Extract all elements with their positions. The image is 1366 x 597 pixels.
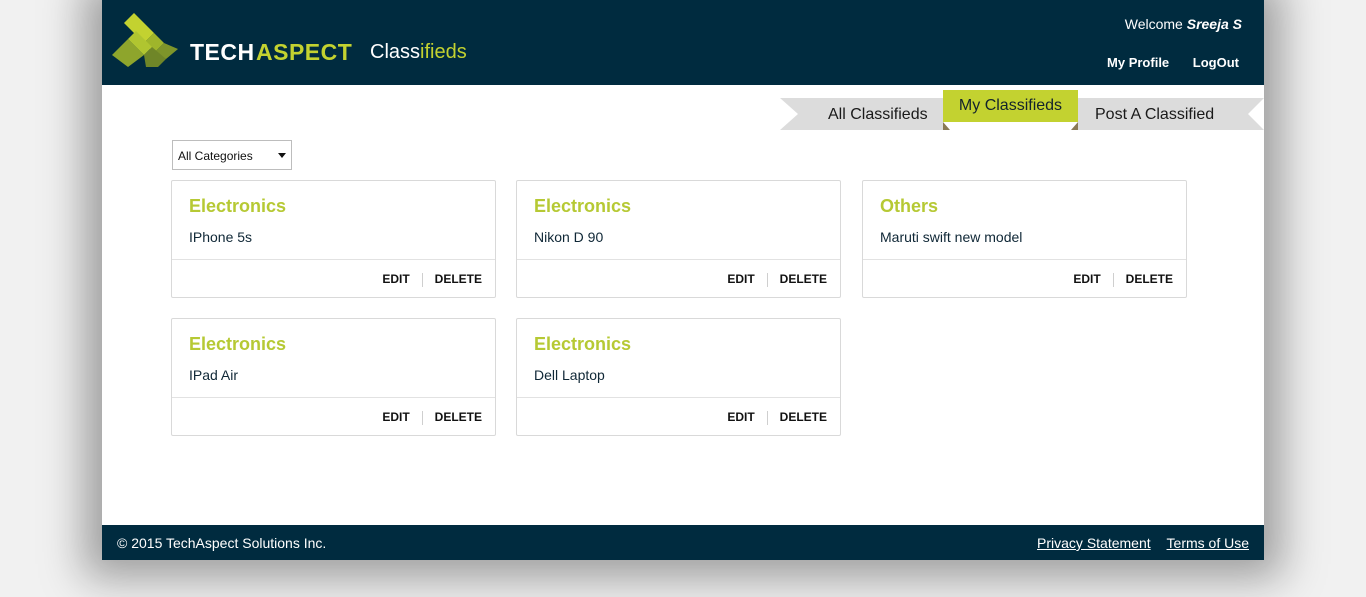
user-name: Sreeja S xyxy=(1186,16,1242,32)
action-separator xyxy=(1112,272,1114,287)
brand-product-name: Classifieds xyxy=(370,41,467,64)
copyright-text: © 2015 TechAspect Solutions Inc. xyxy=(117,535,327,551)
card-divider xyxy=(863,259,1186,260)
tab-all-classifieds[interactable]: All Classifieds xyxy=(828,106,928,124)
card-actions: EDIT DELETE xyxy=(727,272,827,287)
card-divider xyxy=(172,259,495,260)
card-actions: EDIT DELETE xyxy=(727,410,827,425)
action-separator xyxy=(421,410,423,425)
brand-product-plain: Class xyxy=(370,41,421,63)
tab-my-classifieds[interactable]: My Classifieds xyxy=(943,90,1078,122)
classified-card: Electronics IPad Air EDIT DELETE xyxy=(171,318,496,436)
delete-button[interactable]: DELETE xyxy=(780,410,827,424)
classified-card: Others Maruti swift new model EDIT DELETE xyxy=(862,180,1187,298)
card-category: Others xyxy=(880,196,939,216)
header: TECH ASPECT Classifieds Welcome Sreeja S… xyxy=(102,0,1264,85)
card-actions: EDIT DELETE xyxy=(382,272,482,287)
chevron-down-icon xyxy=(278,153,286,158)
card-category: Electronics xyxy=(189,196,287,216)
tab-my-classifieds-label: My Classifieds xyxy=(958,97,1063,114)
card-title[interactable]: Nikon D 90 xyxy=(534,229,603,245)
action-separator xyxy=(766,272,768,287)
edit-button[interactable]: EDIT xyxy=(727,272,754,286)
welcome-prefix: Welcome xyxy=(1124,16,1183,32)
app-frame: TECH ASPECT Classifieds Welcome Sreeja S… xyxy=(102,0,1264,560)
card-title[interactable]: Dell Laptop xyxy=(534,367,605,383)
card-divider xyxy=(172,397,495,398)
delete-button[interactable]: DELETE xyxy=(435,272,482,286)
brand-product-accent: ifieds xyxy=(420,41,467,63)
delete-button[interactable]: DELETE xyxy=(780,272,827,286)
tab-post-a-classified[interactable]: Post A Classified xyxy=(1095,106,1214,124)
card-category: Electronics xyxy=(534,334,632,354)
classified-card: Electronics IPhone 5s EDIT DELETE xyxy=(171,180,496,298)
edit-button[interactable]: EDIT xyxy=(382,410,409,424)
classified-tabs: All Classifieds My Classifieds Post A Cl… xyxy=(780,90,1264,132)
card-actions: EDIT DELETE xyxy=(382,410,482,425)
privacy-statement-link[interactable]: Privacy Statement xyxy=(1037,535,1151,551)
edit-button[interactable]: EDIT xyxy=(727,410,754,424)
action-separator xyxy=(421,272,423,287)
edit-button[interactable]: EDIT xyxy=(382,272,409,286)
classified-card: Electronics Dell Laptop EDIT DELETE xyxy=(516,318,841,436)
brand-tech: TECH xyxy=(190,39,255,65)
card-divider xyxy=(517,259,840,260)
card-title[interactable]: IPad Air xyxy=(189,367,238,383)
card-divider xyxy=(517,397,840,398)
header-links: My Profile LogOut xyxy=(1087,55,1239,70)
my-profile-link[interactable]: My Profile xyxy=(1107,55,1169,70)
logout-link[interactable]: LogOut xyxy=(1193,55,1239,70)
welcome-message: Welcome Sreeja S xyxy=(1125,16,1242,32)
edit-button[interactable]: EDIT xyxy=(1073,272,1100,286)
card-category: Electronics xyxy=(534,196,632,216)
category-select[interactable]: All Categories xyxy=(172,140,292,170)
category-select-value: All Categories xyxy=(178,149,253,163)
delete-button[interactable]: DELETE xyxy=(435,410,482,424)
brand-aspect: ASPECT xyxy=(256,39,353,65)
card-title[interactable]: Maruti swift new model xyxy=(880,229,1022,245)
terms-of-use-link[interactable]: Terms of Use xyxy=(1167,535,1249,551)
footer-links: Privacy Statement Terms of Use xyxy=(1025,535,1249,551)
card-category: Electronics xyxy=(189,334,287,354)
card-title[interactable]: IPhone 5s xyxy=(189,229,252,245)
delete-button[interactable]: DELETE xyxy=(1126,272,1173,286)
techaspect-logo-icon xyxy=(112,13,178,67)
classified-card: Electronics Nikon D 90 EDIT DELETE xyxy=(516,180,841,298)
action-separator xyxy=(766,410,768,425)
footer: © 2015 TechAspect Solutions Inc. Privacy… xyxy=(102,525,1264,560)
card-actions: EDIT DELETE xyxy=(1073,272,1173,287)
